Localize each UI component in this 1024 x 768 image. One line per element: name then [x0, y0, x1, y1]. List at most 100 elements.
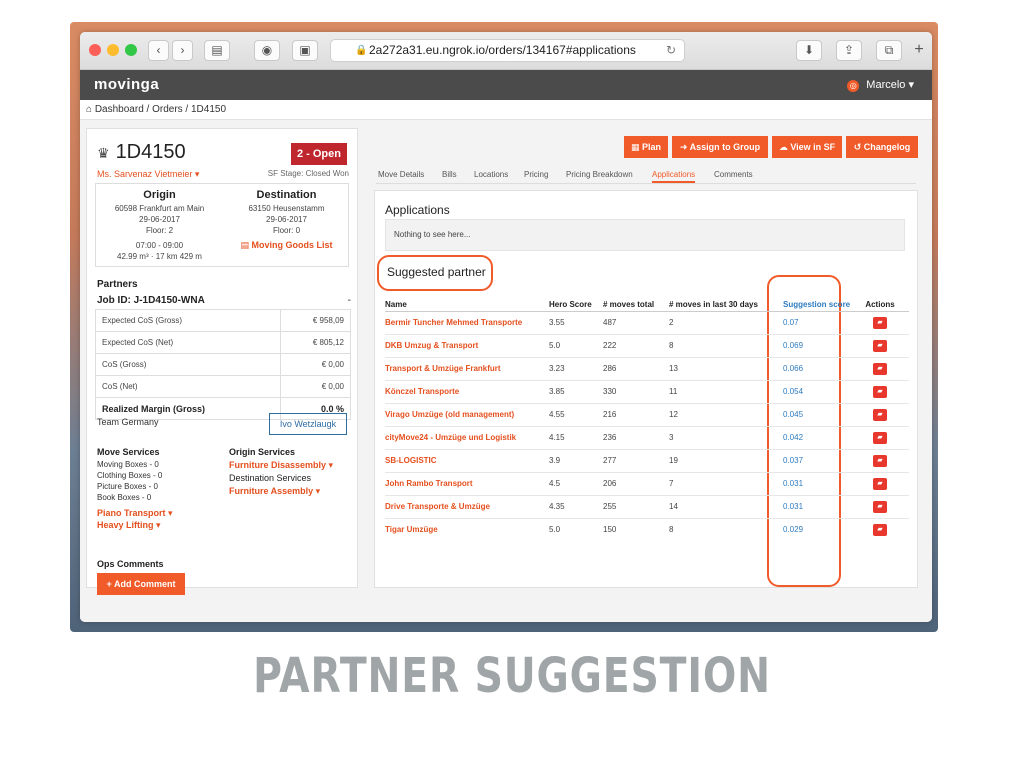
- column-header-hero-score[interactable]: Hero Score: [549, 283, 603, 312]
- move-service-item: Moving Boxes - 0: [97, 460, 159, 469]
- move-services-column: Move Services Moving Boxes - 0 Clothing …: [97, 447, 173, 531]
- column-header-moves-total[interactable]: # moves total: [603, 283, 669, 312]
- agent-button[interactable]: Ivo Wetzlaugk: [269, 413, 347, 435]
- browser-window: ‹ › ▤ ◉ ▣ 🔒 2a272a31.eu.ngrok.io/orders/…: [80, 32, 932, 622]
- partner-name[interactable]: John Rambo Transport: [385, 471, 549, 495]
- column-header-moves-last-30[interactable]: # moves in last 30 days: [669, 283, 775, 312]
- screen-icon[interactable]: ▣: [292, 40, 318, 61]
- tab-applications[interactable]: Applications: [652, 170, 696, 183]
- slide-title: PARTNER SUGGESTION: [253, 648, 771, 704]
- tab-comments[interactable]: Comments: [714, 170, 753, 179]
- minimize-window-icon[interactable]: [107, 44, 119, 56]
- move-services-heading: Move Services: [97, 447, 160, 457]
- document-icon: ▤: [240, 240, 252, 250]
- suggestion-score: 0.066: [775, 356, 855, 380]
- home-icon[interactable]: ⌂: [86, 104, 92, 115]
- partner-name[interactable]: Virago Umzüge (old management): [385, 402, 549, 426]
- row-actions: ▰: [855, 402, 909, 426]
- suggestion-score: 0.045: [775, 402, 855, 426]
- share-icon[interactable]: ⇪: [836, 40, 862, 61]
- tab-pricing[interactable]: Pricing: [524, 170, 548, 179]
- address-bar[interactable]: 🔒 2a272a31.eu.ngrok.io/orders/134167#app…: [330, 39, 685, 62]
- partner-name[interactable]: Könczel Transporte: [385, 379, 549, 403]
- row-actions: ▰: [855, 494, 909, 518]
- handshake-icon[interactable]: ▰: [873, 339, 887, 352]
- handshake-icon[interactable]: ▰: [873, 316, 887, 329]
- tab-locations[interactable]: Locations: [474, 170, 508, 179]
- moving-goods-list-link[interactable]: ▤ Moving Goods List: [223, 240, 350, 251]
- handshake-icon[interactable]: ▰: [873, 408, 887, 421]
- moves-total: 222: [603, 333, 669, 357]
- partner-name[interactable]: Bermir Tuncher Mehmed Transporte: [385, 310, 549, 334]
- cost-value: € 0,00: [279, 353, 352, 376]
- app-logo[interactable]: movinga: [94, 76, 159, 93]
- user-icon: ◎: [847, 80, 860, 92]
- furniture-disassembly-dropdown[interactable]: Furniture Disassembly ▾: [229, 459, 333, 471]
- column-header-suggestion-score[interactable]: Suggestion score: [775, 283, 855, 312]
- handshake-icon[interactable]: ▰: [873, 454, 887, 467]
- tab-pricing-breakdown[interactable]: Pricing Breakdown: [566, 170, 633, 179]
- moves-last-30: 14: [669, 494, 775, 518]
- customer-dropdown[interactable]: Ms. Sarvenaz Vietmeier ▾: [97, 169, 199, 180]
- download-icon[interactable]: ⬇: [796, 40, 822, 61]
- partner-name[interactable]: Drive Transporte & Umzüge: [385, 494, 549, 518]
- piano-transport-dropdown[interactable]: Piano Transport ▾: [97, 507, 173, 519]
- partner-name[interactable]: SB-LOGISTIC: [385, 448, 549, 472]
- applications-empty-state: Nothing to see here...: [385, 219, 905, 251]
- job-id-dash: -: [347, 295, 351, 306]
- tab-bills[interactable]: Bills: [442, 170, 457, 179]
- plan-button[interactable]: ▦ Plan: [624, 136, 668, 158]
- partner-name[interactable]: Tigar Umzüge: [385, 517, 549, 541]
- status-badge[interactable]: 2 - Open: [291, 143, 347, 165]
- hero-score: 4.5: [549, 471, 603, 495]
- partner-name[interactable]: DKB Umzug & Transport: [385, 333, 549, 357]
- suggestion-score: 0.031: [775, 494, 855, 518]
- user-name: Marcelo ▾: [866, 79, 914, 91]
- cost-row: CoS (Net) € 0,00: [95, 375, 352, 398]
- cost-label: Expected CoS (Gross): [95, 309, 281, 332]
- sf-stage: SF Stage: Closed Won: [267, 169, 349, 178]
- suggestion-score: 0.054: [775, 379, 855, 403]
- reload-icon[interactable]: ↻: [666, 40, 676, 61]
- breadcrumb-text[interactable]: Dashboard / Orders / 1D4150: [95, 104, 226, 115]
- back-icon[interactable]: ‹: [148, 40, 169, 61]
- new-tab-button[interactable]: +: [908, 40, 930, 61]
- column-header-name[interactable]: Name: [385, 283, 549, 312]
- applications-heading: Applications: [385, 203, 450, 217]
- heavy-lifting-dropdown[interactable]: Heavy Lifting ▾: [97, 519, 173, 531]
- extension-icon[interactable]: ◉: [254, 40, 280, 61]
- changelog-label: Changelog: [863, 142, 911, 152]
- tab-move-details[interactable]: Move Details: [378, 170, 424, 179]
- handshake-icon[interactable]: ▰: [873, 477, 887, 490]
- moves-total: 330: [603, 379, 669, 403]
- destination-floor: Floor: 0: [272, 226, 301, 235]
- moves-total: 216: [603, 402, 669, 426]
- hero-score: 3.23: [549, 356, 603, 380]
- origin-services-heading: Origin Services: [229, 447, 296, 457]
- handshake-icon[interactable]: ▰: [873, 362, 887, 375]
- moves-last-30: 19: [669, 448, 775, 472]
- changelog-button[interactable]: ↺ Changelog: [846, 136, 918, 158]
- handshake-icon[interactable]: ▰: [873, 385, 887, 398]
- team-name: Team Germany: [97, 417, 159, 427]
- partner-name[interactable]: cityMove24 - Umzüge und Logistik: [385, 425, 549, 449]
- add-comment-button[interactable]: + Add Comment: [97, 573, 185, 595]
- close-window-icon[interactable]: [89, 44, 101, 56]
- tabs-icon[interactable]: ⧉: [876, 40, 902, 61]
- sidebar-icon[interactable]: ▤: [204, 40, 230, 61]
- furniture-assembly-dropdown[interactable]: Furniture Assembly ▾: [229, 485, 333, 497]
- view-in-sf-button[interactable]: ☁ View in SF: [772, 136, 842, 158]
- forward-icon[interactable]: ›: [172, 40, 193, 61]
- destination-services-heading: Destination Services: [229, 473, 312, 483]
- partner-name[interactable]: Transport & Umzüge Frankfurt: [385, 356, 549, 380]
- moves-total: 286: [603, 356, 669, 380]
- cost-row: Expected CoS (Net) € 805,12: [95, 331, 352, 354]
- handshake-icon[interactable]: ▰: [873, 500, 887, 513]
- handshake-icon[interactable]: ▰: [873, 523, 887, 536]
- row-actions: ▰: [855, 379, 909, 403]
- maximize-window-icon[interactable]: [125, 44, 137, 56]
- table-row: SB-LOGISTIC 3.9 277 19 0.037 ▰: [385, 448, 909, 472]
- assign-to-group-button[interactable]: ➜ Assign to Group: [672, 136, 768, 158]
- handshake-icon[interactable]: ▰: [873, 431, 887, 444]
- user-menu[interactable]: ◎ Marcelo ▾: [847, 78, 914, 92]
